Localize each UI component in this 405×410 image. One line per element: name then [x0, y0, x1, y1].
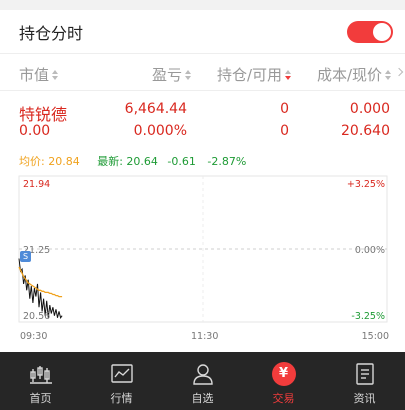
- toggle-knob: [373, 23, 391, 41]
- candlestick-icon: [28, 361, 54, 387]
- page-title: 持仓分时: [19, 23, 84, 43]
- nav-news-label: 资讯: [353, 392, 376, 405]
- x-tick-close: 15:00: [361, 331, 389, 342]
- sort-icon: [52, 69, 60, 81]
- news-document-icon: [352, 361, 378, 387]
- market-chart-icon: [109, 361, 135, 387]
- y-tick-pct-mid: 0.00%: [354, 245, 385, 256]
- column-market-value-label: 市值: [19, 66, 50, 84]
- nav-market[interactable]: 行情: [81, 352, 162, 410]
- sort-icon: [385, 69, 393, 81]
- position-value: 0: [280, 101, 289, 117]
- price-change: -0.61: [167, 155, 196, 168]
- column-position-available[interactable]: 持仓/可用: [217, 64, 293, 85]
- avg-price-value: 20.84: [48, 155, 80, 168]
- timeshare-toggle[interactable]: [347, 21, 393, 43]
- avg-price-label: 均价: [19, 155, 41, 168]
- profit-loss-value: 6,464.44: [124, 101, 187, 117]
- available-value: 0: [280, 123, 289, 139]
- column-profit-loss[interactable]: 盈亏: [152, 64, 193, 85]
- column-cost-price[interactable]: 成本/现价: [317, 64, 393, 85]
- nav-watchlist[interactable]: 自选: [162, 352, 243, 410]
- yen-icon: ¥: [271, 361, 297, 387]
- column-market-value[interactable]: 市值: [19, 64, 60, 85]
- position-timeshare-header: 持仓分时: [0, 10, 405, 54]
- y-tick-pct-low: -3.25%: [351, 311, 385, 322]
- intraday-chart-svg: [18, 175, 388, 323]
- last-price-value: 20.64: [126, 155, 158, 168]
- nav-home-label: 首页: [29, 392, 52, 405]
- x-tick-open: 09:30: [20, 331, 48, 342]
- sell-marker[interactable]: S: [20, 251, 31, 262]
- column-cost-price-label: 成本/现价: [317, 66, 383, 84]
- avg-price: 均价: 20.84: [19, 155, 80, 168]
- y-tick-pct-high: +3.25%: [346, 179, 385, 190]
- status-strip: [0, 0, 405, 10]
- column-profit-loss-label: 盈亏: [152, 66, 183, 84]
- nav-trade[interactable]: ¥ 交易: [243, 352, 324, 410]
- nav-news[interactable]: 资讯: [324, 352, 405, 410]
- column-headers: 市值 盈亏 持仓/可用 成本/现价: [0, 55, 405, 91]
- scroll-right-arrow-icon[interactable]: [394, 67, 404, 77]
- position-row[interactable]: 特锐德 6,464.44 0 0.000 0.00 0.000% 0 20.64…: [0, 92, 405, 144]
- bottom-nav: 首页 行情 自选 ¥ 交易 资讯: [0, 352, 405, 410]
- price-series-line: [18, 258, 63, 319]
- stock-name: 特锐德: [19, 105, 68, 124]
- column-position-available-label: 持仓/可用: [217, 66, 283, 84]
- y-tick-high: 21.94: [23, 179, 51, 190]
- last-price-label: 最新: [97, 155, 120, 168]
- nav-trade-label: 交易: [272, 392, 295, 405]
- y-tick-low: 20.56: [23, 311, 51, 322]
- nav-market-label: 行情: [110, 392, 133, 405]
- sort-icon: [185, 69, 193, 81]
- price-change-pct: -2.87%: [207, 155, 247, 168]
- last-price: 最新: 20.64: [97, 155, 158, 168]
- quote-summary: 均价: 20.84 最新: 20.64 -0.61 -2.87%: [19, 153, 246, 169]
- profit-pct-value: 0.000%: [133, 123, 187, 139]
- nav-watchlist-label: 自选: [191, 392, 214, 405]
- nav-home[interactable]: 首页: [0, 352, 81, 410]
- x-tick-midday: 11:30: [191, 331, 219, 342]
- sort-desc-icon: [285, 69, 293, 81]
- watchlist-person-icon: [190, 361, 216, 387]
- intraday-chart[interactable]: 21.94 21.25 20.56 +3.25% 0.00% -3.25% 09…: [0, 172, 405, 348]
- market-value: 0.00: [19, 123, 51, 139]
- cost-value: 0.000: [349, 101, 390, 117]
- current-price-value: 20.640: [341, 123, 390, 139]
